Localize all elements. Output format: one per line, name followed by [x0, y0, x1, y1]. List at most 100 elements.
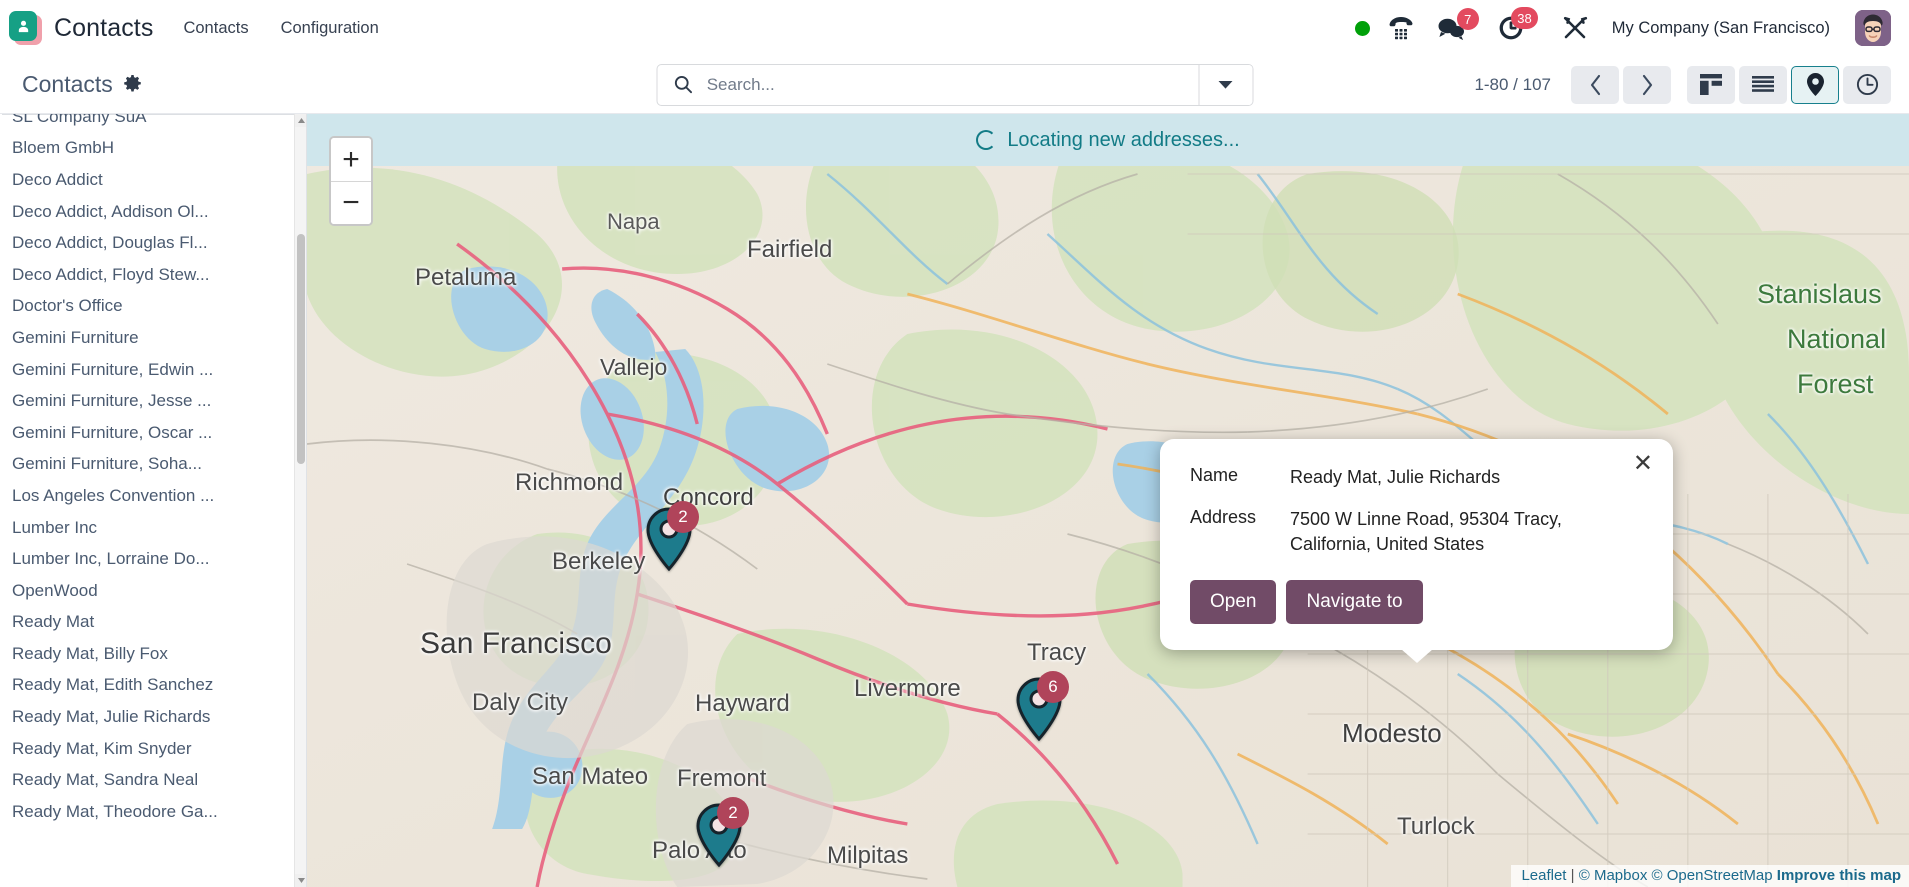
- tools-glyph: [1562, 15, 1589, 42]
- list-item[interactable]: Bloem GmbH: [0, 133, 296, 165]
- map-marker[interactable]: 6: [1015, 677, 1063, 741]
- map-attribution: Leaflet | © Mapbox © OpenStreetMap Impro…: [1511, 865, 1909, 887]
- pager-next-button[interactable]: [1623, 66, 1671, 104]
- zoom-out-button[interactable]: −: [331, 181, 371, 224]
- chevron-right-icon: [1640, 74, 1655, 96]
- sidebar-items-container: Bloem GmbHDeco AddictDeco Addict, Addiso…: [0, 133, 296, 828]
- search-bar[interactable]: [656, 64, 1253, 106]
- search-input[interactable]: [705, 74, 1198, 96]
- marker-popup: ✕ Name Ready Mat, Julie Richards Address…: [1160, 439, 1673, 650]
- list-item[interactable]: Gemini Furniture, Oscar ...: [0, 417, 296, 449]
- list-item[interactable]: Ready Mat, Kim Snyder: [0, 733, 296, 765]
- popup-pointer: [1401, 649, 1433, 663]
- open-button[interactable]: Open: [1190, 580, 1276, 624]
- caret-up-icon: [298, 118, 305, 123]
- list-item[interactable]: Ready Mat, Edith Sanchez: [0, 670, 296, 702]
- activities-clock-icon[interactable]: 38: [1497, 14, 1525, 42]
- marker-count-badge: 6: [1037, 671, 1069, 703]
- map-pin-icon: [1807, 73, 1824, 96]
- list-item[interactable]: Ready Mat, Billy Fox: [0, 638, 296, 670]
- contacts-app-icon[interactable]: [8, 10, 44, 46]
- spinner-icon: [976, 130, 996, 150]
- clock-icon: [1856, 73, 1879, 96]
- map-marker[interactable]: 2: [695, 803, 743, 867]
- messages-icon[interactable]: 7: [1436, 15, 1466, 41]
- list-item[interactable]: Deco Addict: [0, 164, 296, 196]
- list-item[interactable]: Gemini Furniture: [0, 322, 296, 354]
- gear-icon[interactable]: [123, 75, 142, 94]
- view-switcher-map[interactable]: [1791, 66, 1839, 104]
- navbar-right-group: 7 38 My Company (San Francisco): [1355, 10, 1891, 46]
- zoom-in-button[interactable]: +: [331, 138, 371, 181]
- marker-count-badge: 2: [717, 797, 749, 829]
- sidebar-scrollbar[interactable]: [294, 114, 306, 887]
- kanban-icon: [1700, 74, 1722, 95]
- list-item[interactable]: Deco Addict, Floyd Stew...: [0, 259, 296, 291]
- list-item[interactable]: Los Angeles Convention ...: [0, 480, 296, 512]
- logo-teal-square: [9, 11, 37, 41]
- loading-banner: Locating new addresses...: [307, 114, 1909, 166]
- top-navbar: Contacts Contacts Configuration: [0, 0, 1909, 56]
- list-item[interactable]: Ready Mat: [0, 607, 296, 639]
- map-view[interactable]: PetalumaFairfieldNapaVallejoConcordRichm…: [307, 114, 1909, 887]
- map-marker[interactable]: 2: [645, 507, 693, 571]
- popup-label-address: Address: [1190, 507, 1290, 558]
- popup-row-address: Address 7500 W Linne Road, 95304 Tracy, …: [1190, 507, 1645, 558]
- marker-count-badge: 2: [667, 501, 699, 533]
- main-body: SL Company SuA Bloem GmbHDeco AddictDeco…: [0, 114, 1909, 887]
- list-item[interactable]: Lumber Inc: [0, 512, 296, 544]
- app-title: Contacts: [54, 14, 153, 43]
- list-item[interactable]: Gemini Furniture, Soha...: [0, 449, 296, 481]
- list-item[interactable]: Gemini Furniture, Jesse ...: [0, 385, 296, 417]
- list-item-clipped[interactable]: SL Company SuA: [0, 114, 296, 133]
- list-item[interactable]: Lumber Inc, Lorraine Do...: [0, 543, 296, 575]
- list-item[interactable]: Doctor's Office: [0, 291, 296, 323]
- breadcrumb: Contacts: [22, 71, 322, 98]
- list-item[interactable]: Ready Mat, Sandra Neal: [0, 764, 296, 796]
- company-switcher[interactable]: My Company (San Francisco): [1612, 19, 1830, 38]
- scrollbar-down-arrow[interactable]: [295, 874, 307, 887]
- scrollbar-thumb[interactable]: [297, 234, 305, 464]
- user-avatar[interactable]: [1855, 10, 1891, 46]
- attribution-improve-link[interactable]: Improve this map: [1777, 867, 1901, 884]
- map-zoom-controls: + −: [329, 136, 373, 226]
- view-switcher-kanban[interactable]: [1687, 66, 1735, 104]
- list-item[interactable]: Deco Addict, Addison Ol...: [0, 196, 296, 228]
- view-switcher-activity[interactable]: [1843, 66, 1891, 104]
- list-item[interactable]: Ready Mat, Theodore Ga...: [0, 796, 296, 828]
- activities-badge-count: 38: [1511, 7, 1537, 29]
- list-item[interactable]: OpenWood: [0, 575, 296, 607]
- attribution-mapbox[interactable]: © Mapbox: [1579, 867, 1648, 884]
- popup-label-name: Name: [1190, 465, 1290, 491]
- list-icon: [1752, 76, 1774, 94]
- attribution-osm[interactable]: © OpenStreetMap: [1652, 867, 1773, 884]
- nav-item-contacts[interactable]: Contacts: [181, 15, 250, 42]
- navbar-menu: Contacts Configuration: [181, 15, 380, 42]
- gear-glyph: [123, 75, 142, 94]
- view-switcher-list[interactable]: [1739, 66, 1787, 104]
- attribution-leaflet[interactable]: Leaflet: [1521, 867, 1566, 884]
- messages-badge-count: 7: [1457, 8, 1479, 30]
- dialpad-icon[interactable]: [1387, 15, 1415, 41]
- pager-previous-button[interactable]: [1571, 66, 1619, 104]
- sidebar-list: SL Company SuA Bloem GmbHDeco AddictDeco…: [0, 114, 296, 887]
- scrollbar-up-arrow[interactable]: [295, 114, 307, 127]
- search-input-area[interactable]: [657, 65, 1198, 105]
- online-status-dot[interactable]: [1355, 21, 1370, 36]
- pager-count: 1-80 / 107: [1474, 75, 1551, 95]
- list-item[interactable]: Ready Mat, Julie Richards: [0, 701, 296, 733]
- popup-value-name: Ready Mat, Julie Richards: [1290, 465, 1500, 491]
- tools-icon[interactable]: [1562, 15, 1589, 42]
- list-item[interactable]: Deco Addict, Douglas Fl...: [0, 227, 296, 259]
- control-panel-right: 1-80 / 107: [1474, 66, 1891, 104]
- search-dropdown-toggle[interactable]: [1198, 65, 1252, 105]
- close-icon[interactable]: ✕: [1627, 448, 1659, 480]
- nav-item-configuration[interactable]: Configuration: [279, 15, 381, 42]
- view-switcher: [1687, 66, 1891, 104]
- chevron-left-icon: [1588, 74, 1603, 96]
- caret-down-icon: [298, 878, 305, 883]
- app-root: Contacts Contacts Configuration: [0, 0, 1909, 887]
- person-glyph-icon: [15, 18, 32, 35]
- navigate-to-button[interactable]: Navigate to: [1286, 580, 1422, 624]
- list-item[interactable]: Gemini Furniture, Edwin ...: [0, 354, 296, 386]
